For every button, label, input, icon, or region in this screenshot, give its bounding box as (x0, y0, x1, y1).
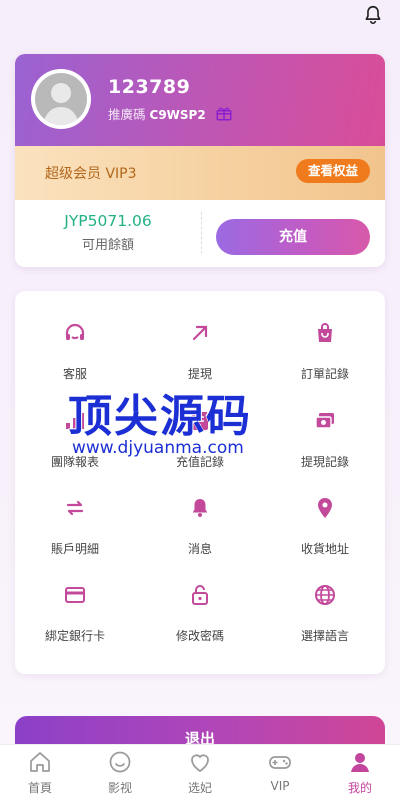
referral-code[interactable]: C9WSP2 (150, 108, 206, 122)
gift-icon[interactable] (215, 104, 233, 122)
recharge-button[interactable]: 充值 (216, 219, 370, 255)
avatar[interactable] (31, 69, 91, 129)
menu-item-customer-service[interactable]: 客服 (15, 321, 135, 401)
location-pin-icon (318, 498, 332, 518)
vip-level-label: 超级会员 VIP3 (45, 166, 137, 182)
tab-videos[interactable]: 影视 (80, 745, 160, 800)
menu-item-label: 消息 (187, 542, 212, 556)
smile-icon (109, 751, 131, 773)
menu-item-team-report[interactable]: 團隊報表 (15, 409, 135, 489)
menu-item-label: 團隊報表 (50, 455, 99, 469)
menu-item-label: 充值記錄 (175, 455, 224, 469)
heart-icon (191, 754, 209, 773)
menu-item-label: 提現記錄 (300, 455, 349, 469)
arrow-up-right-icon (192, 325, 208, 341)
view-benefits-button[interactable]: 查看权益 (295, 159, 370, 183)
home-icon (30, 752, 50, 772)
menu-item-select-language[interactable]: 選擇語言 (265, 583, 385, 663)
shopping-bag-icon (318, 323, 332, 342)
recharge-record-icon (192, 412, 208, 430)
referral-label: 推廣碼 (108, 107, 146, 122)
menu-item-shipping-address[interactable]: 收貨地址 (265, 496, 385, 576)
user-icon (351, 753, 369, 772)
bottom-tab-bar: 首頁 影视 选妃 VIP 我的 (0, 744, 400, 800)
menu-item-bind-bank-card[interactable]: 綁定銀行卡 (15, 583, 135, 663)
swap-arrows-icon (66, 500, 84, 516)
headset-icon (65, 323, 85, 340)
menu-item-label: 客服 (62, 367, 87, 381)
menu-item-change-password[interactable]: 修改密碼 (140, 583, 260, 663)
balance-value: JYP5071.06 (64, 212, 152, 230)
lock-icon (192, 585, 208, 605)
top-bar (0, 0, 400, 40)
bell-icon (192, 499, 208, 517)
balance-label: 可用餘額 (81, 238, 134, 253)
menu-item-account-details[interactable]: 賬戶明細 (15, 496, 135, 576)
menu-item-label: 修改密碼 (175, 629, 224, 643)
username: 123789 (108, 76, 191, 98)
menu-item-withdraw-records[interactable]: 提現記錄 (265, 409, 385, 489)
credit-card-icon (65, 587, 85, 603)
menu-item-messages[interactable]: 消息 (140, 496, 260, 576)
menu-item-label: 綁定銀行卡 (44, 629, 105, 643)
menu-item-label: 收貨地址 (300, 542, 349, 556)
tab-label: VIP (270, 779, 290, 793)
menu-item-recharge-records[interactable]: 充值記錄 (140, 409, 260, 489)
menu-item-withdraw[interactable]: 提現 (140, 321, 260, 401)
bell-icon[interactable] (362, 4, 384, 26)
menu-grid: 客服 提現 訂單記錄 團隊報表 充值記錄 提現記錄 賬戶明細 消息 收貨地址 綁… (15, 291, 385, 674)
user-silhouette-icon (43, 83, 79, 125)
tab-select[interactable]: 选妃 (160, 745, 240, 800)
menu-item-label: 訂單記錄 (300, 367, 349, 381)
profile-header: 123789 推廣碼 C9WSP2 (15, 54, 385, 146)
tab-label: 影视 (107, 781, 132, 795)
menu-item-label: 選擇語言 (300, 629, 349, 643)
menu-item-order-records[interactable]: 訂單記錄 (265, 321, 385, 401)
menu-item-label: 賬戶明細 (50, 542, 99, 556)
tab-label: 首頁 (27, 781, 52, 795)
menu-item-label: 提現 (187, 367, 212, 381)
globe-icon (315, 585, 335, 605)
tab-my-account[interactable]: 我的 (320, 745, 400, 800)
vip-banner: 超级会员 VIP3 查看权益 (15, 146, 385, 200)
referral-info: 推廣碼 C9WSP2 (108, 104, 206, 123)
tab-home[interactable]: 首頁 (0, 745, 80, 800)
tab-label: 选妃 (187, 781, 212, 795)
gamepad-icon (269, 756, 291, 769)
profile-card: 123789 推廣碼 C9WSP2 超级会员 VIP3 查看权益 JYP5071.… (15, 54, 385, 267)
team-report-icon (66, 413, 84, 429)
tab-label: 我的 (347, 781, 372, 795)
divider (201, 212, 202, 254)
money-icon (315, 413, 334, 429)
tab-vip[interactable]: VIP (240, 745, 320, 800)
